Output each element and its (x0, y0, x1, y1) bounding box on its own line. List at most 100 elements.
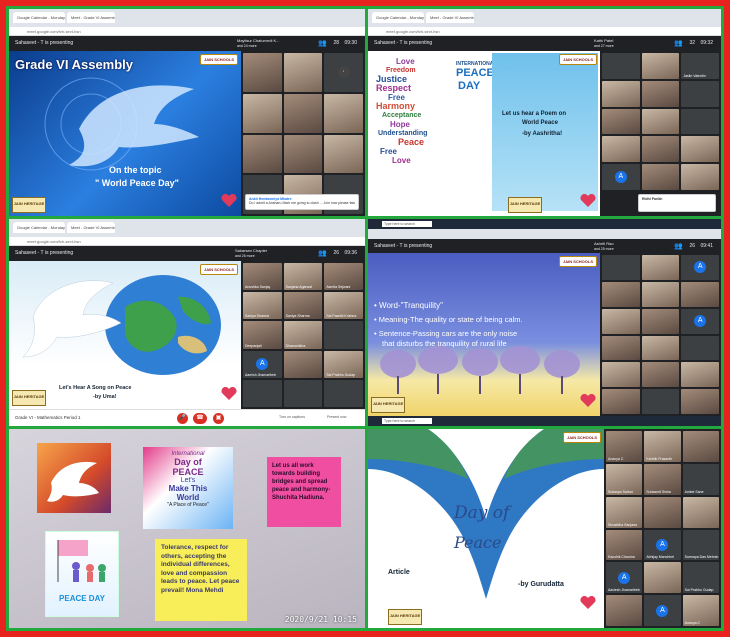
participant-tile[interactable] (602, 80, 640, 107)
dove-illustration (44, 77, 199, 171)
participant-tile[interactable]: Asmita Sejwani (324, 263, 363, 291)
participant-tile[interactable]: Ananya C (682, 595, 719, 626)
participant-tile[interactable] (641, 335, 680, 361)
participant-tile[interactable] (641, 255, 680, 280)
address-bar[interactable]: meet.google.com/fvh-sevt-hsn (9, 27, 365, 36)
participant-tile[interactable]: Deepanjali (243, 321, 282, 349)
participant-tile[interactable]: A (681, 255, 719, 280)
participant-tile[interactable] (324, 321, 363, 349)
participant-tile[interactable] (682, 431, 719, 462)
participant-tile[interactable] (681, 389, 719, 414)
participant-tile[interactable]: Sai Prabhu Gudap (324, 350, 363, 378)
participant-tile[interactable] (602, 362, 640, 388)
mic-button[interactable]: 🎤 (177, 413, 188, 424)
participant-tile[interactable] (602, 308, 640, 334)
participant-tile[interactable] (641, 80, 680, 107)
participant-tile[interactable] (283, 379, 323, 407)
participant-tile[interactable]: Ananya C (606, 431, 643, 462)
browser-tab-active[interactable]: Meet - Grade VI Assembly (67, 12, 115, 23)
participant-tile[interactable] (324, 134, 363, 174)
participant-tile[interactable] (644, 562, 681, 594)
participant-tile[interactable]: A (602, 164, 640, 190)
participant-tile[interactable] (641, 389, 680, 414)
participant-tile[interactable] (641, 164, 680, 190)
participant-tile[interactable] (681, 281, 719, 307)
participant-tile[interactable]: Saniya Sharma (243, 292, 282, 320)
participant-tile[interactable] (641, 136, 680, 163)
end-call-button[interactable]: ☎ (193, 413, 207, 424)
participant-tile[interactable] (681, 164, 719, 190)
participant-tile[interactable]: Anushka Sanjay (243, 263, 282, 291)
participant-tile[interactable] (682, 496, 719, 528)
people-icon[interactable]: 👥 (674, 39, 683, 47)
participant-tile[interactable]: Karthik Prasanth (644, 431, 681, 462)
meeting-name[interactable]: Grade VI - Mathematics Period 1 (15, 415, 81, 420)
participant-tile[interactable] (606, 595, 643, 626)
participant-tile[interactable] (681, 335, 719, 361)
participant-tile[interactable] (641, 281, 680, 307)
participant-tile[interactable]: Kaushik Chandra (606, 529, 643, 561)
browser-tab[interactable]: Google Calendar - Monday, 21 ... (372, 12, 424, 23)
participant-tile[interactable] (681, 108, 719, 135)
participant-tile[interactable]: Suhasmit Sinha (644, 463, 681, 495)
participant-tile[interactable] (602, 281, 640, 307)
participant-tile[interactable] (324, 379, 363, 407)
participant-tile[interactable]: A Abhijay Manchhel (644, 529, 681, 561)
captions-button[interactable]: Turn on captions (279, 415, 305, 419)
people-icon[interactable]: 👥 (318, 249, 327, 257)
address-bar[interactable]: meet.google.com/fvh-sevt-hsn (368, 27, 721, 36)
participant-tile[interactable] (243, 134, 282, 174)
participant-tile[interactable] (681, 80, 719, 107)
participant-tile[interactable] (681, 362, 719, 388)
participant-tile[interactable] (283, 350, 323, 378)
participant-tile[interactable]: Saniya Sharma (283, 292, 323, 320)
browser-tab-active[interactable]: Meet - Grade VI Assembly (67, 222, 115, 233)
camera-button[interactable]: ▣ (213, 413, 224, 424)
participant-tile[interactable]: Shraddha Sanjana (606, 496, 643, 528)
participant-tile[interactable]: A Aamish Jhamaribeb (243, 350, 282, 378)
browser-tab-active[interactable]: Meet - Grade VI Assembly (426, 12, 474, 23)
school-logo: JAIN HERITAGE (388, 609, 422, 625)
participant-tile[interactable]: Sukanya Sarkar (606, 463, 643, 495)
participant-tile[interactable] (602, 255, 640, 280)
people-icon[interactable]: 👥 (674, 242, 683, 250)
taskbar-search[interactable]: Type here to search (382, 418, 432, 424)
participant-tile[interactable] (324, 93, 363, 133)
participant-tile[interactable] (283, 53, 323, 92)
participant-tile[interactable]: Aniket Sane (682, 463, 719, 495)
participant-tile[interactable]: Sai Paarthi Krishna (324, 292, 363, 320)
participant-tile[interactable] (641, 362, 680, 388)
participant-tile[interactable]: · (324, 53, 363, 92)
participant-tile[interactable] (283, 134, 323, 174)
participant-tile[interactable] (641, 53, 680, 79)
people-icon[interactable]: 👥 (318, 39, 327, 47)
participant-tile[interactable]: A (644, 595, 681, 626)
participant-tile[interactable] (602, 389, 640, 414)
join-notification[interactable]: Ankit Hemlaxmiya Mhatre Do i admit a Ans… (245, 194, 359, 210)
participant-tile[interactable] (243, 53, 282, 92)
participant-tile[interactable]: Sai Prabhu Gudap (682, 562, 719, 594)
participant-tile[interactable] (243, 379, 282, 407)
participant-tile[interactable] (641, 308, 680, 334)
address-bar[interactable]: meet.google.com/fvh-sevt-hsn (9, 237, 365, 246)
present-button[interactable]: Present now (327, 415, 346, 419)
browser-tab[interactable]: Google Calendar - Monday, 21 ... (13, 12, 65, 23)
participant-tile[interactable] (681, 136, 719, 163)
participant-tile[interactable] (602, 108, 640, 135)
join-notification[interactable]: Ridhi Parikh (638, 194, 716, 212)
participant-tile[interactable]: Jaslin Valentin (681, 53, 719, 79)
participant-tile[interactable] (641, 108, 680, 135)
participant-tile[interactable]: A (681, 308, 719, 334)
participant-tile[interactable]: Surmaya Das Mehnin (682, 529, 719, 561)
participant-tile[interactable] (644, 496, 681, 528)
participant-tile[interactable] (283, 93, 323, 133)
participant-tile[interactable]: A Aaviesh Jhamaribeb (606, 562, 643, 594)
participant-tile[interactable] (243, 93, 282, 133)
participant-tile[interactable] (602, 335, 640, 361)
taskbar-search[interactable]: Type here to search (382, 221, 432, 227)
participant-tile[interactable] (602, 136, 640, 163)
browser-tab[interactable]: Google Calendar - Monday, 21 ... (13, 222, 65, 233)
participant-tile[interactable]: Dhanushkha (283, 321, 323, 349)
participant-tile[interactable]: Sanjana Agarwal (283, 263, 323, 291)
participant-tile[interactable] (602, 53, 640, 79)
